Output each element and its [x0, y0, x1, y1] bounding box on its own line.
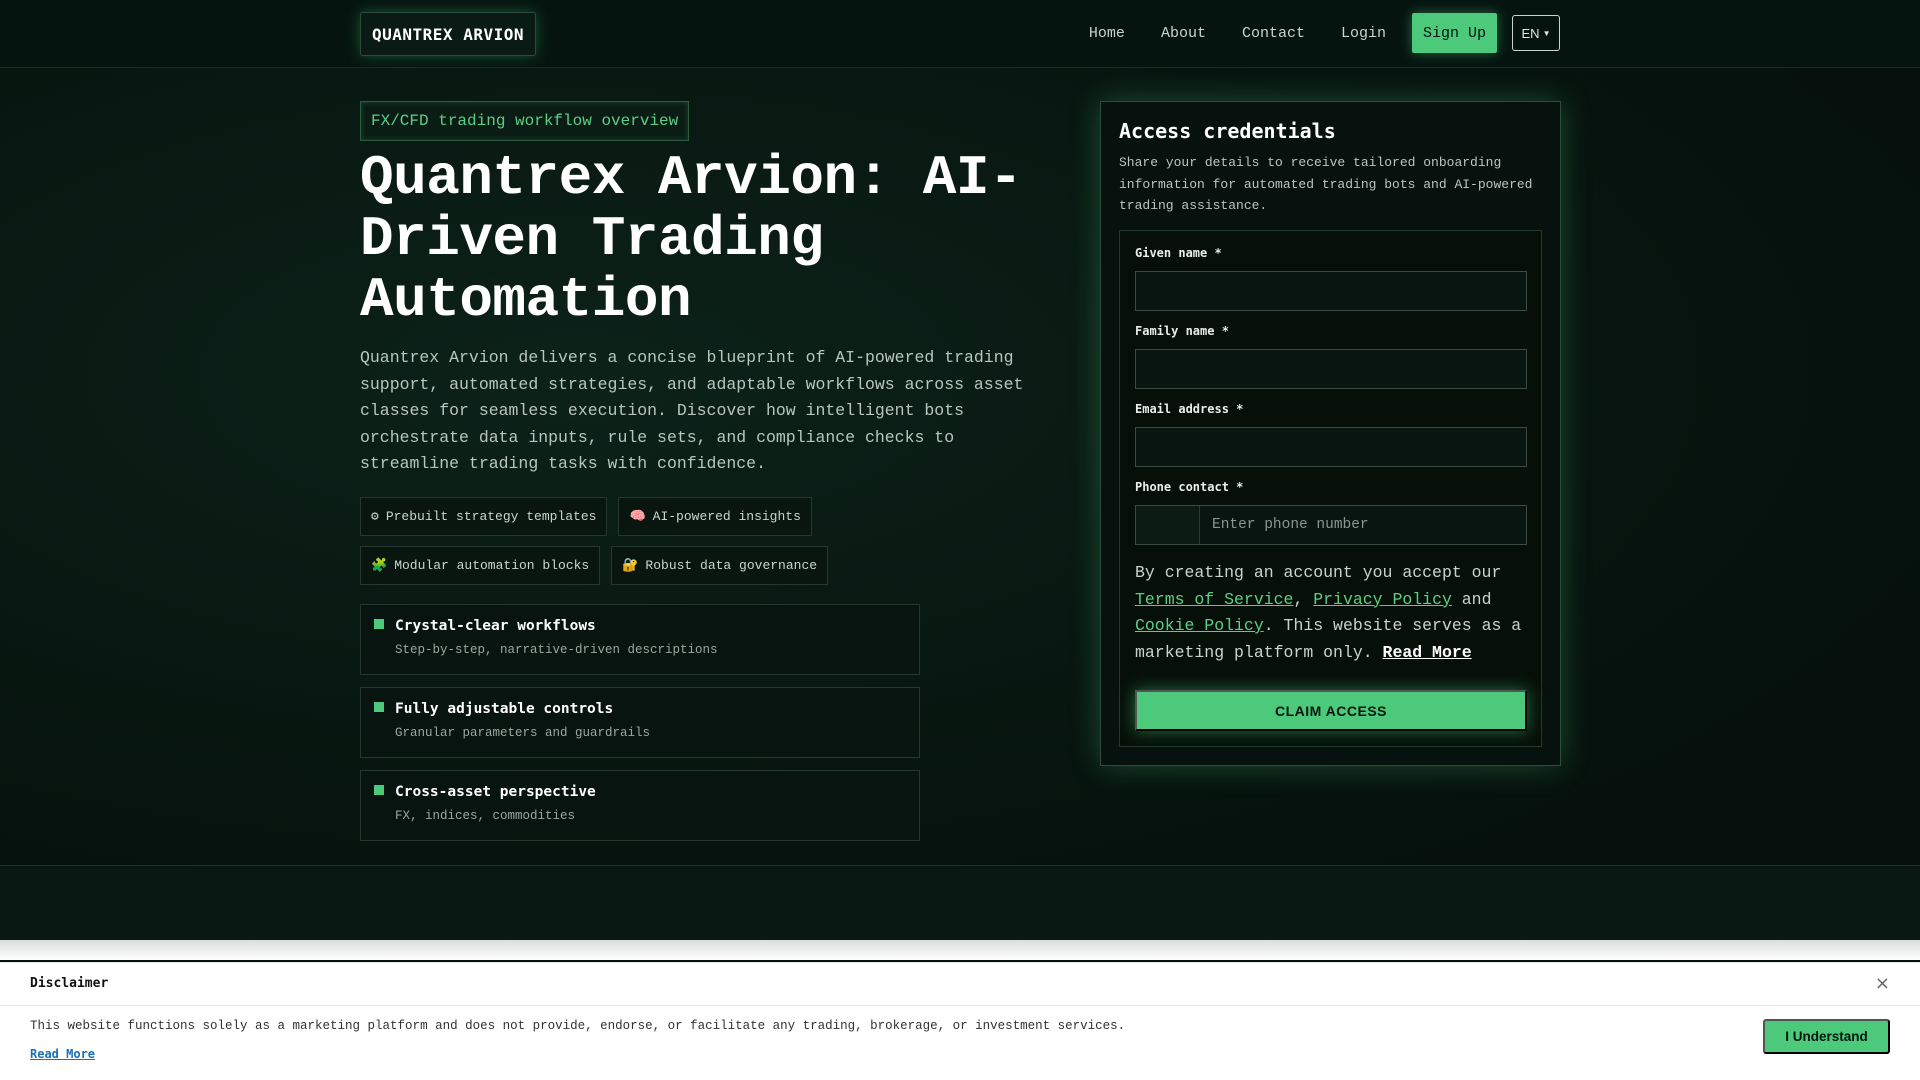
top-nav: QUANTREX ARVION Home About Contact Login… — [0, 0, 1920, 68]
lock-key-icon: 🔐 — [622, 558, 639, 573]
feature-subtitle: Step-by-step, narrative-driven descripti… — [395, 643, 718, 657]
feature-list: Crystal-clear workflows Step-by-step, na… — [360, 604, 920, 853]
square-bullet-icon — [374, 619, 384, 629]
brand-logo[interactable]: QUANTREX ARVION — [360, 12, 536, 56]
privacy-policy-link[interactable]: Privacy Policy — [1313, 590, 1452, 609]
feature-subtitle: Granular parameters and guardrails — [395, 726, 651, 740]
brain-icon: 🧠 — [629, 509, 646, 524]
disclaimer-banner: Disclaimer × This website functions sole… — [0, 962, 1920, 1080]
country-code-selector[interactable] — [1136, 506, 1200, 544]
nav-link-home[interactable]: Home — [1071, 25, 1143, 42]
phone-placeholder: Enter phone number — [1212, 517, 1369, 533]
form-subtitle: Share your details to receive tailored o… — [1119, 155, 1533, 213]
nav-link-login[interactable]: Login — [1323, 25, 1404, 42]
feature-card: Crystal-clear workflows Step-by-step, na… — [360, 604, 920, 675]
hero-description: Quantrex Arvion delivers a concise bluep… — [360, 348, 1024, 473]
terms-prefix: By creating an account you accept our — [1135, 563, 1502, 582]
email-input[interactable] — [1135, 427, 1527, 467]
signup-button[interactable]: Sign Up — [1411, 13, 1497, 53]
terms-and: and — [1451, 589, 1492, 609]
disclaimer-title: Disclaimer — [30, 976, 109, 991]
family-name-label: Family name * — [1135, 324, 1229, 338]
chip-label: Prebuilt strategy templates — [385, 509, 597, 524]
puzzle-icon: 🧩 — [371, 558, 388, 573]
feature-card: Fully adjustable controls Granular param… — [360, 687, 920, 758]
i-understand-button[interactable]: I Understand — [1763, 1019, 1890, 1054]
nav-link-about[interactable]: About — [1143, 25, 1224, 42]
hero-title: Quantrex Arvion: AI-Driven Trading Autom… — [360, 146, 1023, 332]
form-title: Access credentials — [1119, 119, 1336, 143]
feature-chips: ⚙ Prebuilt strategy templates 🧠 AI-power… — [360, 497, 920, 595]
chip-label: Robust data governance — [645, 558, 818, 573]
close-icon[interactable]: × — [1875, 973, 1890, 994]
terms-read-more-link[interactable]: Read More — [1383, 643, 1472, 662]
feature-title: Cross-asset perspective — [395, 784, 596, 800]
terms-text: By creating an account you accept our Te… — [1135, 560, 1535, 666]
hero-tag: FX/CFD trading workflow overview — [360, 101, 690, 141]
language-label: EN — [1521, 25, 1540, 41]
given-name-input[interactable] — [1135, 271, 1527, 311]
chip-label: AI-powered insights — [652, 509, 801, 524]
square-bullet-icon — [374, 702, 384, 712]
terms-of-service-link[interactable]: Terms of Service — [1135, 590, 1293, 609]
phone-label: Phone contact * — [1135, 480, 1244, 494]
section-fade — [0, 940, 1920, 960]
disclaimer-header: Disclaimer × — [0, 963, 1920, 1006]
claim-access-button[interactable]: CLAIM ACCESS — [1135, 690, 1527, 731]
chip-label: Modular automation blocks — [394, 558, 590, 573]
caret-down-icon: ▼ — [1542, 28, 1551, 38]
phone-input[interactable]: Enter phone number — [1135, 505, 1527, 545]
given-name-label: Given name * — [1135, 246, 1222, 260]
nav-links: Home About Contact Login Sign Up EN ▼ — [1071, 13, 1560, 53]
family-name-input[interactable] — [1135, 349, 1527, 389]
disclaimer-read-more-link[interactable]: Read More — [30, 1047, 95, 1061]
signup-form-card: Access credentials Share your details to… — [1100, 101, 1561, 766]
gear-icon: ⚙ — [371, 509, 379, 524]
language-selector[interactable]: EN ▼ — [1512, 15, 1560, 51]
square-bullet-icon — [374, 785, 384, 795]
lower-section-band — [0, 865, 1920, 940]
disclaimer-text: This website functions solely as a marke… — [30, 1019, 1126, 1033]
feature-card: Cross-asset perspective FX, indices, com… — [360, 770, 920, 841]
feature-title: Crystal-clear workflows — [395, 618, 596, 634]
terms-sep: , — [1293, 589, 1314, 609]
chip-automation-blocks: 🧩 Modular automation blocks — [360, 546, 601, 585]
feature-subtitle: FX, indices, commodities — [395, 809, 576, 823]
email-label: Email address * — [1135, 402, 1244, 416]
feature-title: Fully adjustable controls — [395, 701, 614, 717]
signup-form: Given name * Family name * Email address… — [1119, 230, 1542, 747]
chip-ai-insights: 🧠 AI-powered insights — [618, 497, 812, 536]
chip-data-governance: 🔐 Robust data governance — [611, 546, 829, 585]
nav-link-contact[interactable]: Contact — [1224, 25, 1323, 42]
cookie-policy-link[interactable]: Cookie Policy — [1135, 616, 1264, 635]
chip-strategy-templates: ⚙ Prebuilt strategy templates — [360, 497, 608, 536]
